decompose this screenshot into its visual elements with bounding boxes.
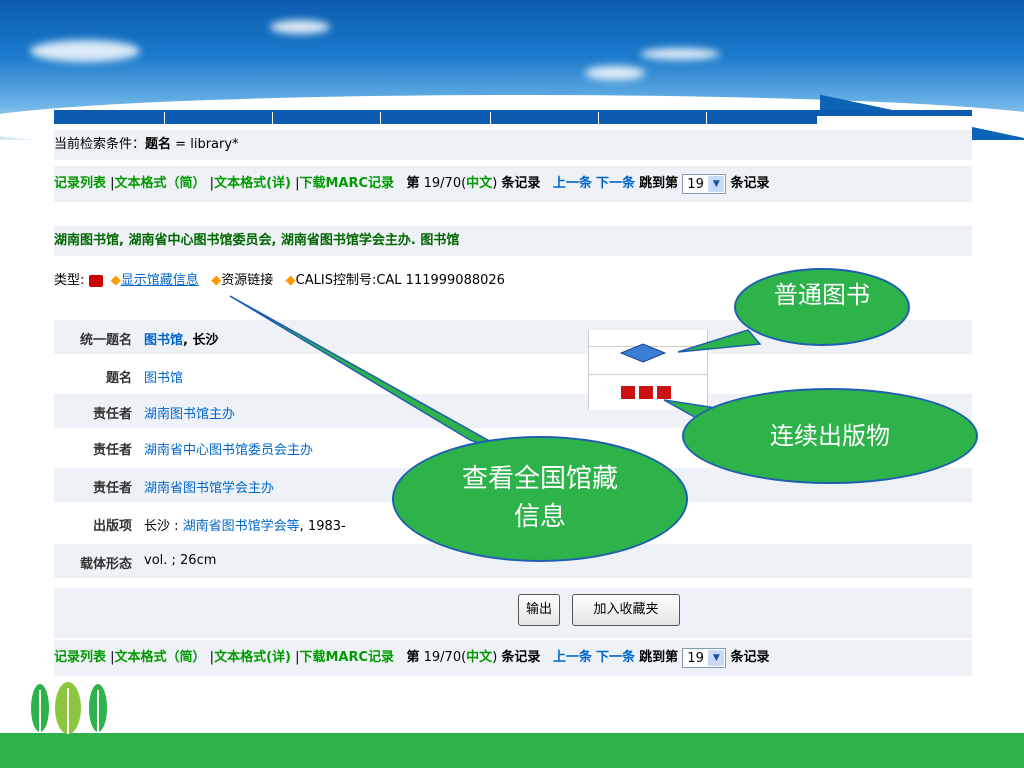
callout-regular-book: 普通图书 [734,268,910,346]
callout-serial: 连续出版物 [682,388,978,484]
callout-tails [229,295,762,459]
callout-national-holdings: 查看全国馆藏信息 [392,436,688,562]
